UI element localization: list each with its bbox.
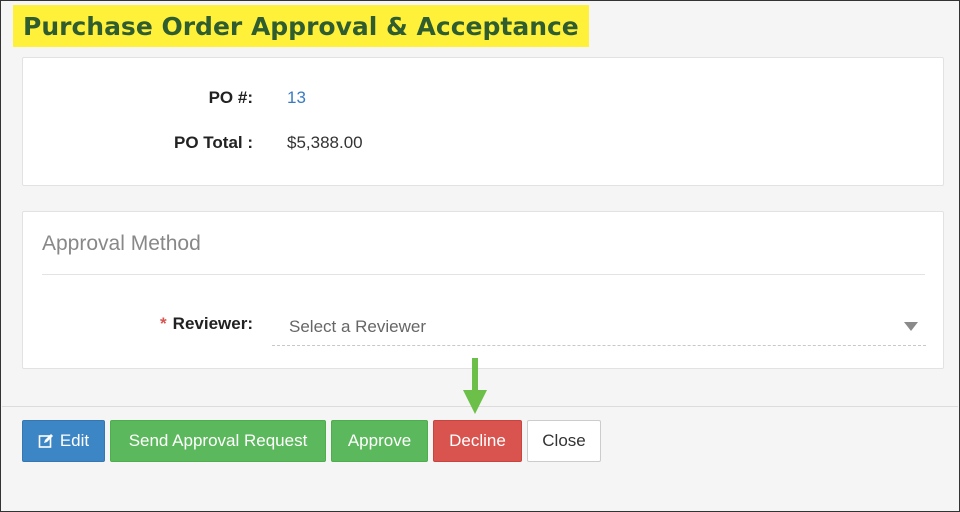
po-number-row: PO #: 13 (23, 88, 306, 108)
po-details-panel: PO #: 13 PO Total : $5,388.00 (22, 57, 944, 186)
po-total-label: PO Total : (173, 133, 253, 152)
caret-down-icon[interactable] (904, 322, 918, 331)
reviewer-select-placeholder: Select a Reviewer (289, 316, 427, 336)
po-total-row: PO Total : $5,388.00 (23, 133, 363, 153)
send-approval-request-button[interactable]: Send Approval Request (110, 420, 326, 462)
edit-button[interactable]: Edit (22, 420, 105, 462)
po-total-value: $5,388.00 (287, 133, 363, 152)
po-number-label: PO #: (208, 88, 253, 107)
approve-button[interactable]: Approve (331, 420, 428, 462)
close-button[interactable]: Close (527, 420, 601, 462)
reviewer-row: * Reviewer: (23, 314, 253, 334)
edit-button-label: Edit (59, 431, 90, 450)
reviewer-label: * Reviewer: (23, 314, 253, 334)
approval-method-title: Approval Method (42, 232, 201, 255)
required-marker: * (160, 314, 167, 333)
arrow-down-icon (463, 358, 487, 414)
po-number-link[interactable]: 13 (287, 88, 306, 108)
decline-button[interactable]: Decline (433, 420, 522, 462)
section-divider (42, 274, 925, 275)
reviewer-label-text: Reviewer: (172, 314, 253, 333)
edit-icon (38, 434, 53, 448)
approval-method-panel: Approval Method * Reviewer: Select a Revi… (22, 211, 944, 369)
title-highlight: Purchase Order Approval & Acceptance (13, 5, 589, 47)
page-title: Purchase Order Approval & Acceptance (23, 11, 579, 41)
reviewer-select[interactable]: Select a Reviewer (272, 308, 926, 346)
app-frame: Purchase Order Approval & Acceptance PO … (0, 0, 960, 512)
